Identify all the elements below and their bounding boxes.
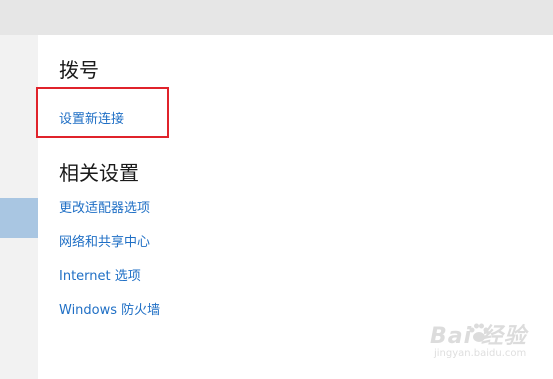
windows-firewall-link[interactable]: Windows 防火墙: [59, 299, 160, 318]
sidebar-selected-item[interactable]: [0, 198, 38, 238]
watermark-url: jingyan.baidu.com: [434, 348, 527, 359]
dialup-heading: 拨号: [59, 58, 99, 82]
network-sharing-center-link[interactable]: 网络和共享中心: [59, 231, 150, 250]
internet-options-link[interactable]: Internet 选项: [59, 265, 141, 284]
related-settings-heading: 相关设置: [59, 161, 139, 185]
baidu-jingyan-watermark: Bai 经验 jingyan.baidu.com: [420, 318, 548, 374]
highlight-box: [36, 87, 169, 138]
change-adapter-options-link[interactable]: 更改适配器选项: [59, 197, 150, 216]
paw-icon: [469, 323, 489, 342]
top-bar: [0, 0, 553, 35]
